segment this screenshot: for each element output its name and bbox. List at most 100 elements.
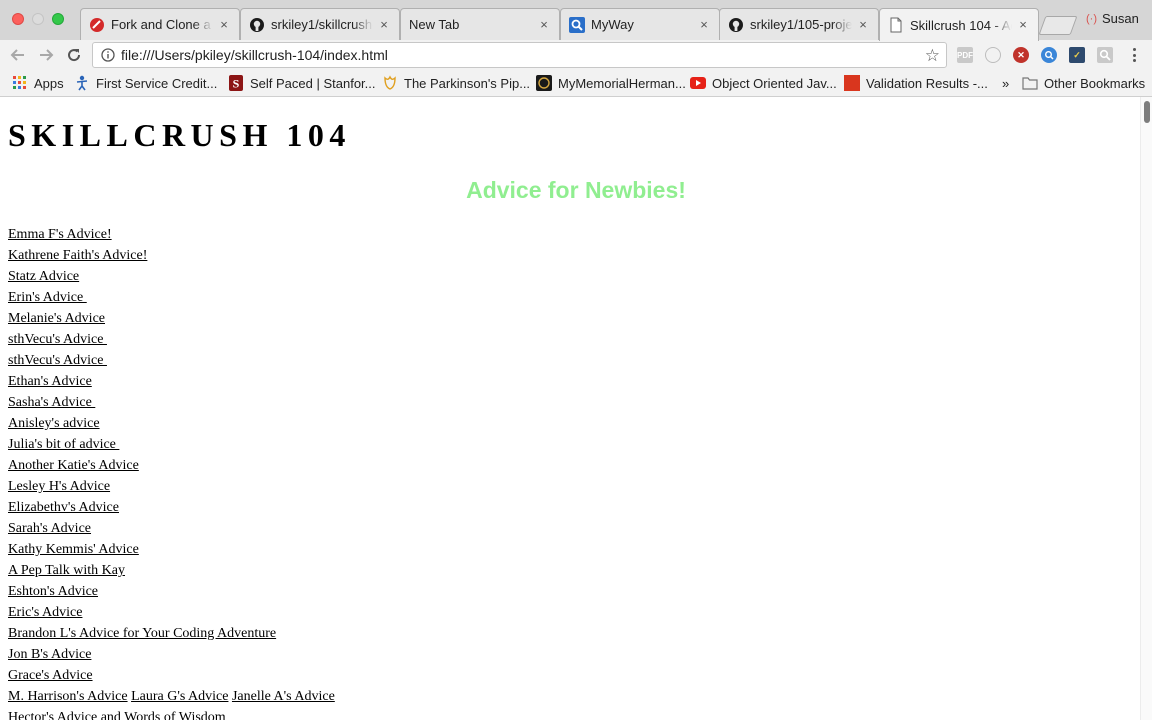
browser-menu-icon[interactable]	[1128, 47, 1140, 63]
zoom-window-button[interactable]	[52, 13, 64, 25]
list-item: Brandon L's Advice for Your Coding Adven…	[8, 626, 335, 647]
list-item: sthVecu's Advice	[8, 353, 335, 374]
bookmark-label: The Parkinson's Pip...	[404, 75, 531, 91]
new-tab-button[interactable]	[1038, 16, 1078, 35]
bookmark-star-icon[interactable]: ☆	[925, 47, 940, 64]
minimize-window-button[interactable]	[32, 13, 44, 25]
advice-link[interactable]: M. Harrison's Advice	[8, 689, 128, 704]
bookmark-label: Apps	[34, 75, 64, 91]
advice-link[interactable]: Ethan's Advice	[8, 374, 92, 389]
bookmark-mymemorialhermann[interactable]: MyMemorialHerman...	[536, 74, 686, 92]
info-icon[interactable]	[101, 48, 115, 62]
advice-link[interactable]: Jon B's Advice	[8, 647, 91, 662]
list-item: A Pep Talk with Kay	[8, 563, 335, 584]
profile-button[interactable]: (·) Susan	[1086, 11, 1139, 26]
list-item: Jon B's Advice	[8, 647, 335, 668]
bookmark-parkinsons-pipeline[interactable]: The Parkinson's Pip...	[382, 74, 530, 92]
bookmark-apps[interactable]: Apps	[12, 74, 64, 92]
tab-105-project[interactable]: srkiley1/105-proje ×	[719, 8, 879, 40]
tab-skillcrush-104[interactable]: Skillcrush 104 - Ad ×	[879, 8, 1039, 41]
advice-link[interactable]: Elizabethv's Advice	[8, 500, 119, 515]
advice-link[interactable]: Kathrene Faith's Advice!	[8, 248, 147, 263]
advice-link[interactable]: Anisley's advice	[8, 416, 100, 431]
bookmark-self-paced-stanford[interactable]: S Self Paced | Stanfor...	[228, 74, 376, 92]
advice-link[interactable]: Julia's bit of advice	[8, 437, 119, 452]
search-extension-icon[interactable]	[1041, 47, 1057, 63]
tab-strip: Fork and Clone a S × srkiley1/skillcrush…	[0, 0, 1152, 41]
advice-link[interactable]: Grace's Advice	[8, 668, 93, 683]
bookmark-label: Self Paced | Stanfor...	[250, 75, 376, 91]
list-item: Ethan's Advice	[8, 374, 335, 395]
reload-button[interactable]	[64, 45, 84, 65]
toolbar: file:///Users/pkiley/skillcrush-104/inde…	[0, 40, 1152, 70]
close-tab-icon[interactable]: ×	[1016, 18, 1030, 32]
advice-link[interactable]: Erin's Advice	[8, 290, 87, 305]
close-tab-icon[interactable]: ×	[537, 17, 551, 32]
bookmark-label: Object Oriented Jav...	[712, 75, 837, 91]
close-tab-icon[interactable]: ×	[856, 17, 870, 32]
forward-button[interactable]	[36, 45, 56, 65]
bookmark-validation-results[interactable]: Validation Results -...	[844, 74, 988, 92]
url-text[interactable]: file:///Users/pkiley/skillcrush-104/inde…	[121, 47, 925, 63]
bookmarks-bar: Apps First Service Credit... S Self Pace…	[0, 70, 1152, 97]
list-item: Sarah's Advice	[8, 521, 335, 542]
close-tab-icon[interactable]: ×	[217, 17, 231, 32]
advice-link[interactable]: Statz Advice	[8, 269, 79, 284]
tab-title: srkiley1/skillcrush-	[271, 17, 373, 32]
advice-link[interactable]: sthVecu's Advice	[8, 332, 107, 347]
tab-title: Skillcrush 104 - Ad	[910, 17, 1012, 33]
pdf-extension-icon[interactable]: PDF	[957, 47, 973, 63]
tab-skillcrush-repo[interactable]: srkiley1/skillcrush- ×	[240, 8, 400, 40]
github-icon	[249, 17, 265, 33]
forward-arrow-icon	[40, 49, 54, 61]
bookmark-label: Validation Results -...	[866, 75, 988, 91]
advice-link[interactable]: Lesley H's Advice	[8, 479, 110, 494]
chevron-double-right-icon: »	[1002, 75, 1010, 91]
advice-link[interactable]: Brandon L's Advice for Your Coding Adven…	[8, 626, 276, 641]
scrollbar-thumb[interactable]	[1144, 101, 1150, 123]
list-item: Eric's Advice	[8, 605, 335, 626]
document-icon	[888, 17, 904, 33]
magnifier-extension-icon[interactable]	[1097, 47, 1113, 63]
advice-link[interactable]: Emma F's Advice!	[8, 227, 112, 242]
circle-extension-icon[interactable]	[985, 47, 1001, 63]
tab-title: MyWay	[591, 17, 693, 32]
list-item: Anisley's advice	[8, 416, 335, 437]
bookmarks-overflow-button[interactable]: »	[1002, 74, 1009, 92]
advice-link[interactable]: Kathy Kemmis' Advice	[8, 542, 139, 557]
bookmark-first-service-credit[interactable]: First Service Credit...	[74, 74, 217, 92]
advice-link[interactable]: Janelle A's Advice	[232, 689, 335, 704]
advice-link[interactable]: Sasha's Advice	[8, 395, 95, 410]
advice-link[interactable]: Hector's Advice and Words of Wisdom	[8, 710, 226, 720]
advice-link[interactable]: Eshton's Advice	[8, 584, 98, 599]
memorial-hermann-icon	[536, 75, 552, 91]
adblock-icon[interactable]: ✕	[1013, 47, 1029, 63]
back-button[interactable]	[8, 45, 28, 65]
tab-new-tab[interactable]: New Tab ×	[400, 8, 560, 40]
list-item: Lesley H's Advice	[8, 479, 335, 500]
advice-link[interactable]: Melanie's Advice	[8, 311, 105, 326]
list-item: Sasha's Advice	[8, 395, 335, 416]
youtube-icon	[690, 75, 706, 91]
bookmark-object-oriented-java[interactable]: Object Oriented Jav...	[690, 74, 837, 92]
other-bookmarks-button[interactable]: Other Bookmarks	[1022, 74, 1145, 92]
page-scrollbar[interactable]	[1140, 97, 1152, 720]
advice-link[interactable]: Another Katie's Advice	[8, 458, 139, 473]
list-item: Julia's bit of advice	[8, 437, 335, 458]
close-tab-icon[interactable]: ×	[377, 17, 391, 32]
advice-link[interactable]: Eric's Advice	[8, 605, 82, 620]
advice-link[interactable]: sthVecu's Advice	[8, 353, 107, 368]
list-item: Kathrene Faith's Advice!	[8, 248, 335, 269]
tab-fork-and-clone[interactable]: Fork and Clone a S ×	[80, 8, 240, 40]
checkmark-extension-icon[interactable]: ✓	[1069, 47, 1085, 63]
list-item: sthVecu's Advice	[8, 332, 335, 353]
advice-link[interactable]: Sarah's Advice	[8, 521, 91, 536]
tab-myway[interactable]: MyWay ×	[560, 8, 720, 40]
close-tab-icon[interactable]: ×	[697, 17, 711, 32]
search-icon	[569, 16, 585, 33]
advice-link[interactable]: A Pep Talk with Kay	[8, 563, 125, 578]
address-bar[interactable]: file:///Users/pkiley/skillcrush-104/inde…	[92, 42, 947, 68]
advice-link[interactable]: Laura G's Advice	[131, 689, 228, 704]
close-window-button[interactable]	[12, 13, 24, 25]
bookmark-label: Other Bookmarks	[1044, 75, 1146, 91]
